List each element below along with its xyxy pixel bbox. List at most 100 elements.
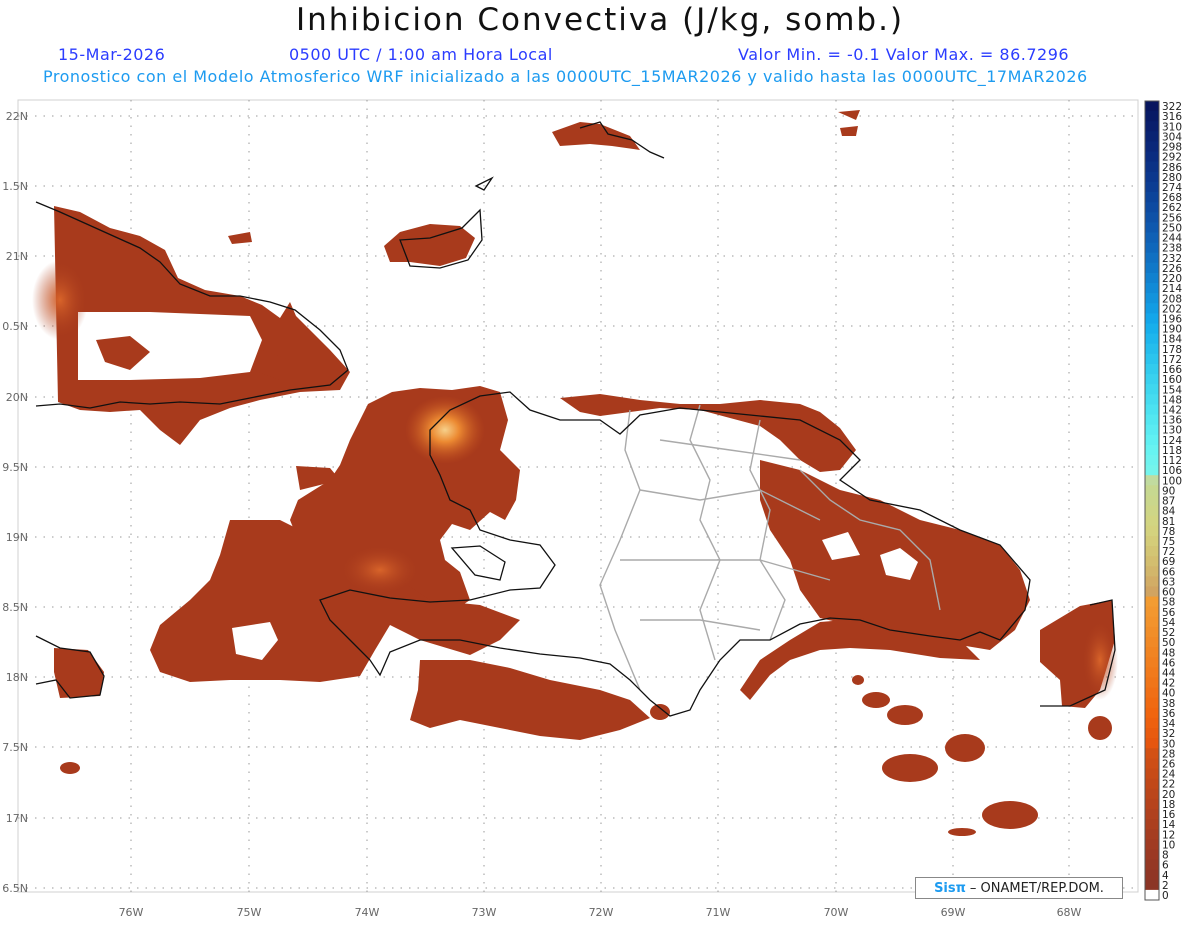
colorbar-swatch: [1145, 667, 1159, 678]
colorbar-swatch: [1145, 586, 1159, 598]
colorbar-swatch: [1145, 596, 1159, 608]
shade-cell9: [60, 762, 80, 774]
colorbar-swatch: [1145, 647, 1159, 658]
colorbar-swatch: [1145, 657, 1159, 668]
colorbar-swatch: [1145, 697, 1159, 709]
colorbar-swatch: [1145, 454, 1159, 466]
colorbar-swatch: [1145, 556, 1159, 567]
lat-label: 7.5N: [2, 741, 28, 754]
colorbar-swatch: [1145, 111, 1159, 122]
colorbar-swatch: [1145, 869, 1159, 881]
colorbar-swatch: [1145, 444, 1159, 456]
colorbar-swatch: [1145, 232, 1159, 244]
colorbar-swatch: [1145, 141, 1159, 153]
colorbar-swatch: [1145, 687, 1159, 699]
colorbar-swatch: [1145, 404, 1159, 416]
colorbar-swatch: [1145, 859, 1159, 871]
colorbar-swatch: [1145, 353, 1159, 365]
lat-label: 8.5N: [2, 601, 28, 614]
colorbar-swatch: [1145, 808, 1159, 820]
colorbar-swatch: [1145, 181, 1159, 193]
colorbar-swatch: [1145, 546, 1159, 557]
colorbar-swatch: [1145, 626, 1159, 638]
lon-label: 69W: [941, 906, 966, 919]
colorbar-swatch: [1145, 121, 1159, 132]
shade-cell7: [852, 675, 864, 685]
colorbar-swatch: [1145, 798, 1159, 810]
colorbar-swatch: [1145, 222, 1159, 233]
colorbar-swatch: [1145, 323, 1159, 335]
colorbar-swatch: [1145, 515, 1159, 527]
colorbar-swatch: [1145, 101, 1159, 112]
colorbar-swatch: [1145, 293, 1159, 304]
colorbar-swatch: [1145, 202, 1159, 213]
colorbar-swatch: [1145, 495, 1159, 507]
colorbar-swatch: [1145, 778, 1159, 790]
lat-label: 22N: [6, 110, 28, 123]
shade-cell5: [862, 692, 890, 708]
colorbar-swatch: [1145, 192, 1159, 203]
colorbar-swatch: [1145, 171, 1159, 183]
colorbar-swatch: [1145, 738, 1159, 749]
colorbar-swatch: [1145, 151, 1159, 163]
lat-label: 0.5N: [2, 320, 28, 333]
colorbar-swatch: [1145, 424, 1159, 436]
credit-box: Sisπ – ONAMET/REP.DOM.: [915, 877, 1123, 899]
colorbar-label: 0: [1162, 890, 1169, 902]
colorbar-swatch: [1145, 748, 1159, 759]
colorbar-swatch: [1145, 242, 1159, 254]
colorbar-swatch: [1145, 819, 1159, 830]
lon-label: 75W: [237, 906, 262, 919]
colorbar-swatch: [1145, 717, 1159, 729]
colorbar-swatch: [1145, 728, 1159, 739]
lon-label: 74W: [355, 906, 380, 919]
colorbar-swatch: [1145, 829, 1159, 840]
colorbar-swatch: [1145, 758, 1159, 770]
lat-label: 18N: [6, 671, 28, 684]
colorbar-swatch: [1145, 343, 1159, 355]
colorbar-swatch: [1145, 313, 1159, 325]
sispi-logo: Sisπ: [934, 880, 966, 896]
colorbar-swatch: [1145, 535, 1159, 547]
colorbar-swatch: [1145, 272, 1159, 284]
lat-label: 17N: [6, 812, 28, 825]
shade-cell10: [948, 828, 976, 836]
colorbar-swatch: [1145, 879, 1159, 891]
colorbar-swatch: [1145, 465, 1159, 476]
shade-cell6: [887, 705, 923, 725]
lat-label: 21N: [6, 250, 28, 263]
colorbar-swatch: [1145, 384, 1159, 395]
shade-cell1: [882, 754, 938, 782]
colorbar-swatch: [1145, 475, 1159, 486]
lon-label: 72W: [589, 906, 614, 919]
colorbar-swatch: [1145, 252, 1159, 264]
colorbar-swatch: [1145, 505, 1159, 517]
colorbar-swatch: [1145, 677, 1159, 689]
colorbar-swatch: [1145, 414, 1159, 426]
colorbar-swatch: [1145, 606, 1159, 618]
colorbar-swatch: [1145, 566, 1159, 577]
credit-org: – ONAMET/REP.DOM.: [969, 880, 1104, 896]
colorbar-swatch: [1145, 768, 1159, 780]
colorbar-swatch: [1145, 363, 1159, 375]
colorbar-swatch: [1145, 637, 1159, 648]
colorbar-swatch: [1145, 283, 1159, 294]
lon-label: 73W: [472, 906, 497, 919]
colorbar-swatch: [1145, 212, 1159, 223]
colorbar-swatch: [1145, 131, 1159, 142]
colorbar-swatch: [1145, 262, 1159, 274]
lat-label: 20N: [6, 391, 28, 404]
lat-label: 6.5N: [2, 882, 28, 895]
plot-frame: [17, 99, 1139, 893]
colorbar-swatch: [1145, 161, 1159, 173]
colorbar-swatch: [1145, 616, 1159, 628]
lat-label: 19N: [6, 531, 28, 544]
colorbar-swatch: [1145, 889, 1159, 901]
lon-label: 76W: [119, 906, 144, 919]
colorbar-swatch: [1145, 849, 1159, 861]
colorbar-swatch: [1145, 525, 1159, 537]
lat-label: 1.5N: [2, 180, 28, 193]
colorbar-swatch: [1145, 374, 1159, 385]
colorbar-swatch: [1145, 839, 1159, 850]
shade-cell8: [650, 704, 670, 720]
